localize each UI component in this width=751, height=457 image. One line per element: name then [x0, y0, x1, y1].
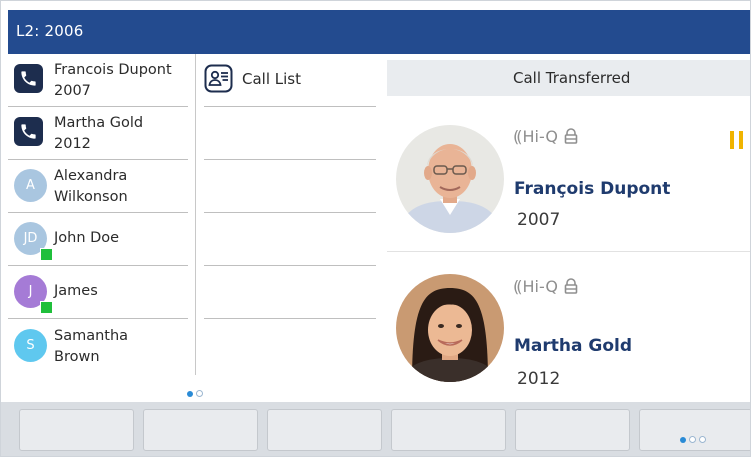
presence-available-icon [40, 301, 53, 314]
empty-key[interactable] [204, 213, 376, 266]
line-key-call-2[interactable]: Martha Gold 2012 [8, 107, 188, 160]
audio-quality: ((Hi-Q [513, 277, 578, 296]
softkey-more[interactable] [639, 409, 750, 451]
status-bar: L2: 2006 [8, 10, 750, 54]
call-list-label: Call List [242, 70, 301, 88]
softkey-1[interactable] [19, 409, 134, 451]
line-key-column: Francois Dupont 2007 Martha Gold 2012 A … [8, 54, 195, 375]
contact-number: 2012 [54, 136, 91, 152]
hi-q-wideband-icon: (( [513, 277, 523, 296]
empty-key[interactable] [204, 266, 376, 319]
call-pane: Call Transferred ((Hi-Q François Dupont… [387, 54, 750, 402]
caller-number: 2007 [517, 210, 561, 230]
softkey-page-indicator [680, 428, 709, 447]
caller-name: François Dupont [514, 179, 671, 199]
contact-avatar: S [14, 329, 47, 362]
audio-quality: ((Hi-Q [513, 127, 578, 146]
softkey-3[interactable] [267, 409, 382, 451]
contact-first-name: Alexandra [54, 168, 128, 184]
hi-q-wideband-icon: (( [513, 127, 523, 146]
line-key-contact-james[interactable]: J James [8, 266, 188, 319]
call-status-banner: Call Transferred [387, 60, 750, 96]
phone-handset-icon [14, 64, 43, 93]
softkey-2[interactable] [143, 409, 258, 451]
contact-name: James [54, 283, 98, 299]
empty-key[interactable] [204, 160, 376, 213]
call-entry-francois[interactable]: ((Hi-Q François Dupont 2007 [387, 99, 750, 252]
contact-first-name: Samantha [54, 328, 129, 344]
softkey-bar [1, 402, 750, 456]
line-key-call-1[interactable]: Francois Dupont 2007 [8, 54, 188, 107]
phone-screen: L2: 2006 Francois Dupont 2007 Martha Gol… [0, 0, 751, 457]
line-title: L2: 2006 [16, 22, 84, 40]
audio-quality-label: Hi-Q [522, 277, 558, 296]
contact-name: John Doe [54, 230, 120, 246]
audio-quality-label: Hi-Q [522, 127, 558, 146]
page-dot [689, 436, 696, 443]
softkey-4[interactable] [391, 409, 506, 451]
call-status-text: Call Transferred [513, 69, 631, 87]
contact-name: Francois Dupont [54, 62, 172, 78]
caller-name: Martha Gold [514, 336, 633, 356]
lock-icon [564, 278, 578, 294]
hold-icon [728, 131, 748, 151]
contact-last-name: Brown [54, 349, 100, 365]
caller-photo [396, 274, 504, 382]
page-dot [196, 390, 203, 397]
contact-avatar: A [14, 169, 47, 202]
key-page-indicator [187, 382, 206, 401]
phone-handset-icon [14, 117, 43, 146]
caller-photo [396, 125, 504, 233]
contact-number: 2007 [54, 83, 91, 99]
caller-number: 2012 [517, 369, 561, 389]
line-key-contact-john[interactable]: JD John Doe [8, 213, 188, 266]
softkey-5[interactable] [515, 409, 630, 451]
page-dot-active [187, 391, 193, 397]
lock-icon [564, 128, 578, 144]
programmable-key-column: Call List [195, 54, 387, 375]
contact-card-icon [204, 64, 233, 93]
presence-available-icon [40, 248, 53, 261]
line-key-contact-samantha[interactable]: S Samantha Brown [8, 320, 188, 373]
contact-name: Martha Gold [54, 115, 144, 131]
empty-key[interactable] [204, 107, 376, 160]
line-key-contact-alexandra[interactable]: A Alexandra Wilkonson [8, 160, 188, 213]
contact-last-name: Wilkonson [54, 189, 128, 205]
page-dot [699, 436, 706, 443]
call-entry-martha[interactable]: ((Hi-Q Martha Gold 2012 [387, 254, 750, 406]
call-list-key[interactable]: Call List [204, 54, 376, 107]
page-dot-active [680, 437, 686, 443]
